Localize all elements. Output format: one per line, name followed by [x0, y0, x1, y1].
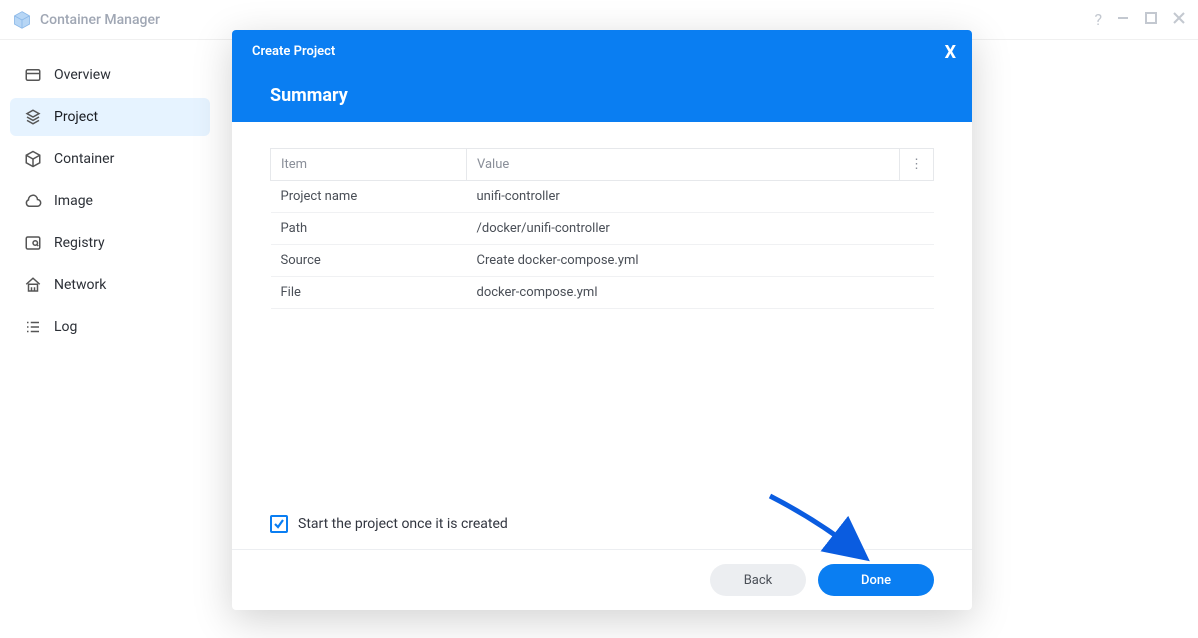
main: Overview Project Container Image Registr	[0, 40, 1198, 638]
modal-footer: Back Done	[232, 549, 972, 610]
image-icon	[24, 192, 42, 210]
back-button[interactable]: Back	[710, 564, 806, 596]
sidebar-item-label: Project	[54, 109, 98, 125]
sidebar-item-registry[interactable]: Registry	[10, 224, 210, 262]
app-title: Container Manager	[40, 12, 160, 28]
summary-item: File	[271, 277, 467, 309]
table-row: File docker-compose.yml	[271, 277, 934, 309]
sidebar: Overview Project Container Image Registr	[0, 40, 220, 638]
sidebar-item-label: Network	[54, 277, 106, 293]
start-checkbox-label: Start the project once it is created	[298, 516, 508, 532]
sidebar-item-label: Container	[54, 151, 114, 167]
minimize-icon[interactable]	[1116, 10, 1130, 29]
table-row: Source Create docker-compose.yml	[271, 245, 934, 277]
summary-value: Create docker-compose.yml	[467, 245, 934, 277]
registry-icon	[24, 234, 42, 252]
sidebar-item-log[interactable]: Log	[10, 308, 210, 346]
modal-title: Create Project	[252, 44, 952, 59]
titlebar-right: ?	[1094, 10, 1186, 29]
maximize-icon[interactable]	[1144, 10, 1158, 29]
summary-col-value[interactable]: Value	[467, 149, 900, 181]
summary-item: Source	[271, 245, 467, 277]
checkbox-checked-icon	[270, 515, 288, 533]
sidebar-item-label: Log	[54, 319, 77, 335]
sidebar-item-network[interactable]: Network	[10, 266, 210, 304]
table-row: Project name unifi-controller	[271, 181, 934, 213]
log-icon	[24, 318, 42, 336]
sidebar-item-container[interactable]: Container	[10, 140, 210, 178]
table-menu-icon[interactable]: ⋮	[900, 149, 934, 181]
project-icon	[24, 108, 42, 126]
container-icon	[24, 150, 42, 168]
sidebar-item-label: Registry	[54, 235, 105, 251]
modal-header: Create Project Summary X	[232, 30, 972, 122]
close-icon[interactable]	[1172, 10, 1186, 29]
summary-table: Item Value ⋮ Project name unifi-controll…	[270, 148, 934, 309]
summary-item: Project name	[271, 181, 467, 213]
modal-body: Item Value ⋮ Project name unifi-controll…	[232, 122, 972, 549]
sidebar-item-label: Overview	[54, 67, 111, 83]
summary-value: /docker/unifi-controller	[467, 213, 934, 245]
content-area: Create Project Summary X Item Value ⋮	[220, 40, 1198, 638]
modal-close-icon[interactable]: X	[945, 42, 956, 63]
overview-icon	[24, 66, 42, 84]
summary-value: docker-compose.yml	[467, 277, 934, 309]
modal-heading: Summary	[270, 85, 952, 106]
summary-value: unifi-controller	[467, 181, 934, 213]
titlebar-left: Container Manager	[12, 10, 160, 30]
start-project-checkbox[interactable]: Start the project once it is created	[270, 499, 934, 549]
sidebar-item-project[interactable]: Project	[10, 98, 210, 136]
done-button[interactable]: Done	[818, 564, 934, 596]
sidebar-item-overview[interactable]: Overview	[10, 56, 210, 94]
summary-col-item[interactable]: Item	[271, 149, 467, 181]
sidebar-item-image[interactable]: Image	[10, 182, 210, 220]
summary-item: Path	[271, 213, 467, 245]
sidebar-item-label: Image	[54, 193, 93, 209]
table-row: Path /docker/unifi-controller	[271, 213, 934, 245]
help-icon[interactable]: ?	[1094, 10, 1102, 29]
create-project-modal: Create Project Summary X Item Value ⋮	[232, 30, 972, 610]
app-icon	[12, 10, 32, 30]
network-icon	[24, 276, 42, 294]
